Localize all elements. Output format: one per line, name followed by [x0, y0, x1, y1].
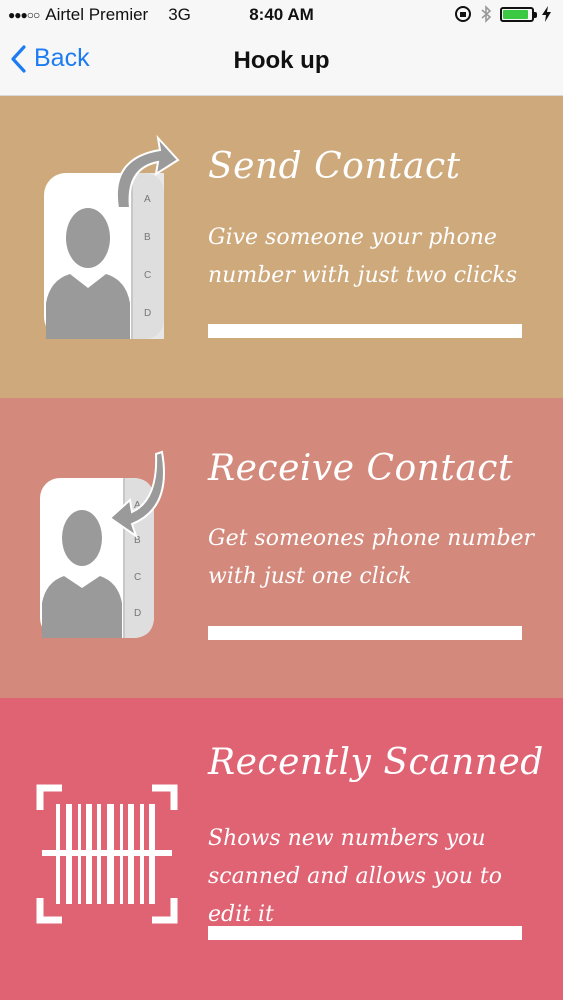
- send-contact-card[interactable]: A B C D Send Contact Give someone your p…: [0, 96, 563, 398]
- index-tab-a: A: [144, 194, 151, 205]
- card-title: Send Contact: [208, 146, 461, 187]
- index-tab-d: D: [134, 608, 141, 619]
- orientation-lock-icon: [455, 6, 471, 22]
- bluetooth-icon: [481, 5, 492, 23]
- contacts-receive-icon: A B C D: [40, 450, 165, 638]
- contacts-send-icon: A B C D: [44, 134, 180, 339]
- status-bar: ●●●○○ Airtel Premier 3G 8:40 AM: [0, 0, 563, 32]
- card-description: Shows new numbers you scanned and allows…: [208, 826, 502, 927]
- status-right: [454, 5, 551, 23]
- index-tab-b: B: [134, 535, 141, 546]
- charging-icon: [542, 6, 551, 22]
- divider-bar: [208, 324, 522, 338]
- index-tab-d: D: [144, 308, 151, 319]
- barcode-scan-icon: [36, 784, 178, 924]
- index-tab-c: C: [144, 270, 151, 281]
- battery-icon: [500, 6, 537, 22]
- receive-contact-card[interactable]: A B C D Receive Contact Get someones pho…: [0, 398, 563, 698]
- divider-bar: [208, 626, 522, 640]
- card-title: Recently Scanned: [208, 742, 544, 783]
- index-tab-b: B: [144, 232, 151, 243]
- index-tab-c: C: [134, 572, 141, 583]
- card-description: Get someones phone number with just one …: [208, 526, 535, 589]
- divider-bar: [208, 926, 522, 940]
- recently-scanned-card[interactable]: Recently Scanned Shows new numbers you s…: [0, 698, 563, 1000]
- page-title: Hook up: [233, 47, 330, 74]
- navigation-bar: Back Hook up: [0, 32, 563, 96]
- card-description: Give someone your phone number with just…: [208, 225, 518, 288]
- battery-level: [503, 9, 528, 19]
- card-title: Receive Contact: [208, 448, 513, 489]
